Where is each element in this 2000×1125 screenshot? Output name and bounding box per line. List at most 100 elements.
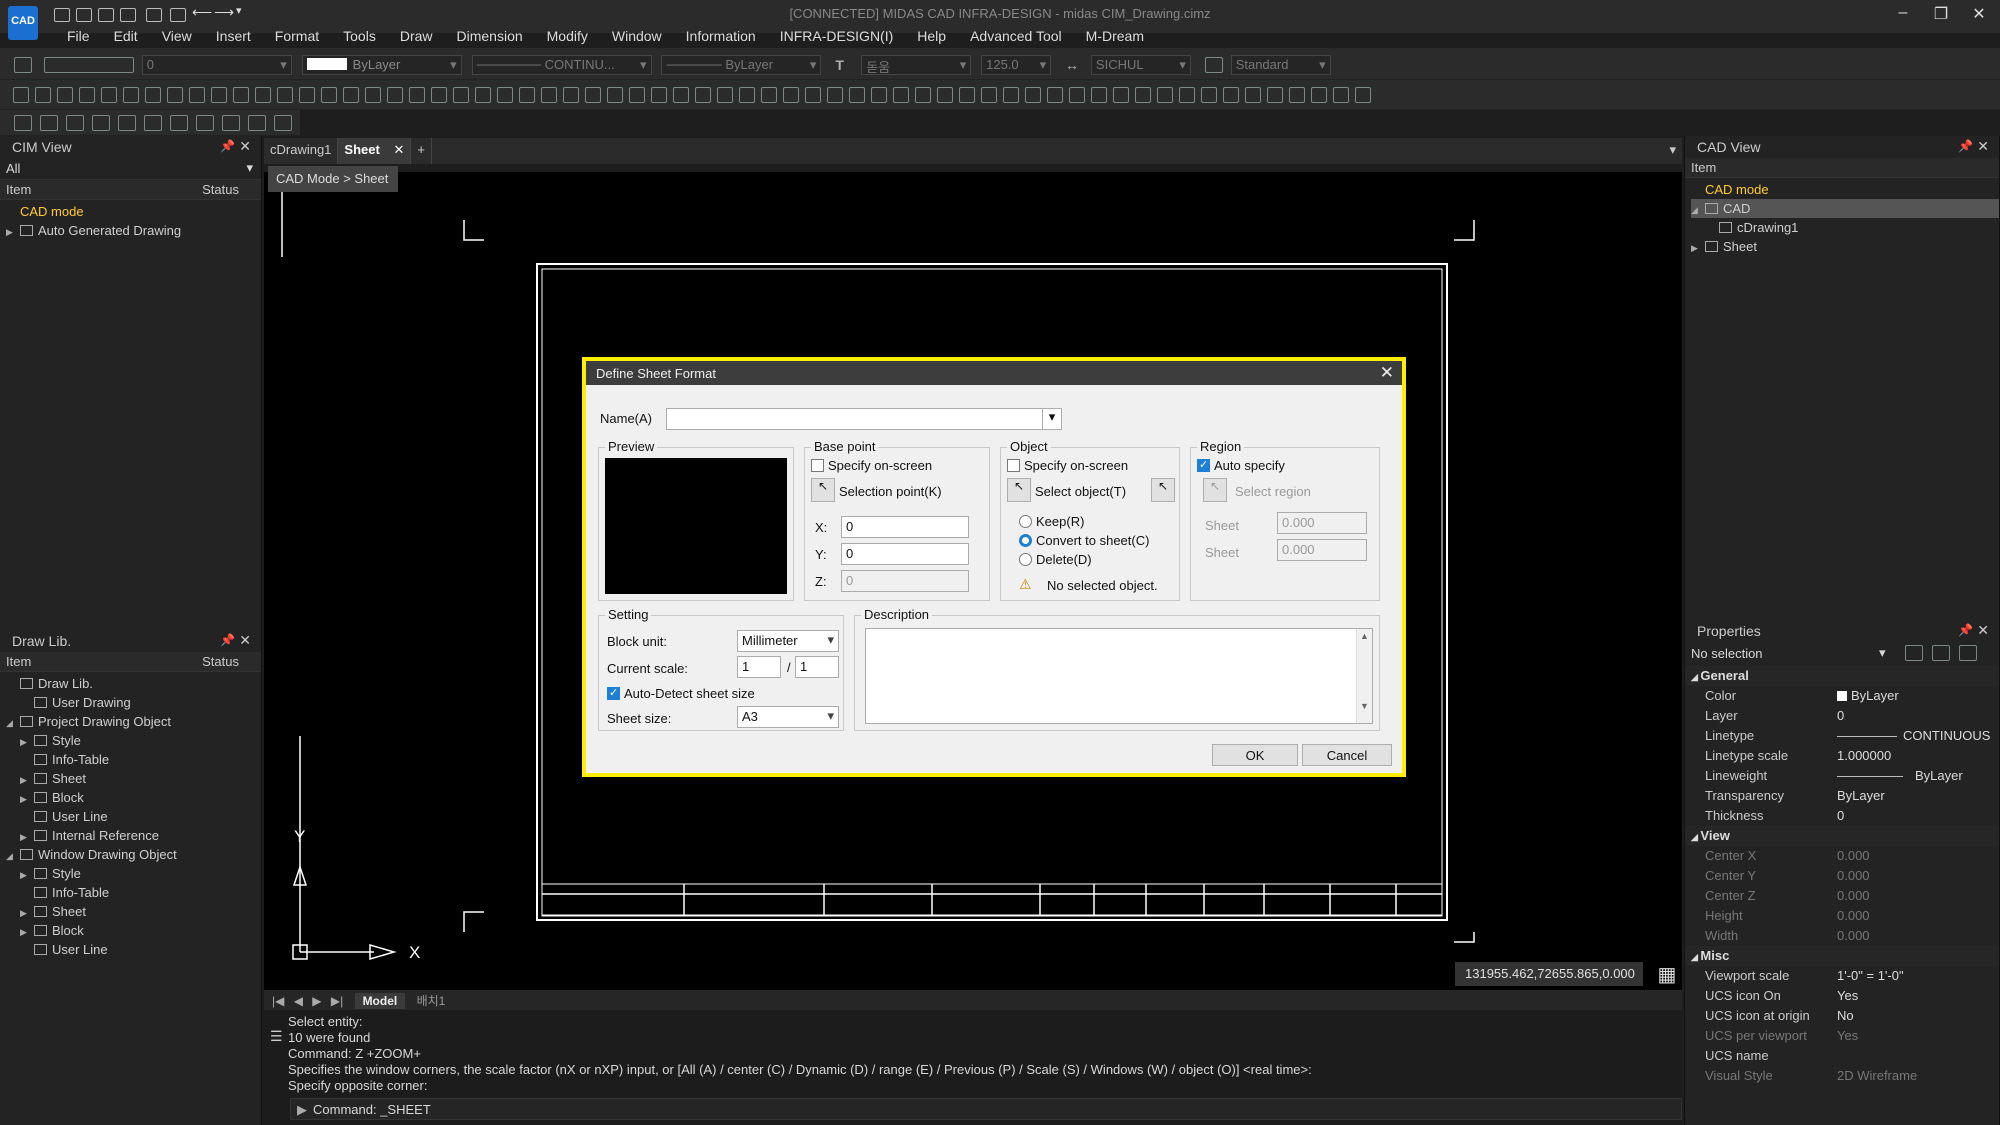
auto-specify-checkbox[interactable]: Auto specify [1197,458,1285,473]
tool-icon[interactable] [211,87,227,104]
menu-information[interactable]: Information [674,26,768,48]
menu-dimension[interactable]: Dimension [445,26,535,48]
property-value[interactable]: 0.000 [1837,868,1870,883]
cim-view-filter[interactable]: All ▾ [0,158,261,180]
tool-icon[interactable] [189,87,205,104]
tool-icon[interactable] [739,87,755,104]
text-style-icon[interactable]: T [835,57,853,73]
color-dropdown[interactable]: ByLayer [301,55,462,75]
tree-item[interactable]: ▶ Internal Reference [6,826,261,845]
tool-icon[interactable] [14,115,32,132]
tool-icon[interactable] [274,115,292,132]
menu-view[interactable]: View [150,26,204,48]
select-object-button[interactable]: Select object(T) [1035,484,1126,499]
select-object-icon[interactable]: ↖ [1007,478,1031,502]
tree-item[interactable]: Info-Table [6,750,261,769]
property-row[interactable]: Height 0.000 [1685,906,1999,926]
tool-icon[interactable] [167,87,183,104]
property-value[interactable]: CONTINUOUS [1903,728,1990,743]
menu-modify[interactable]: Modify [535,26,600,48]
minimize-icon[interactable]: – [1888,4,1918,26]
tool-icon[interactable] [1245,87,1261,104]
property-value[interactable]: 1'-0" = 1'-0" [1837,968,1904,983]
tool-icon[interactable] [409,87,425,104]
tool-icon[interactable] [145,87,161,104]
tree-item[interactable]: cDrawing1 [1691,218,1999,237]
property-value[interactable]: 0.000 [1837,888,1870,903]
tool-icon[interactable] [1047,87,1063,104]
tool-icon[interactable] [248,115,266,132]
tree-item[interactable]: ▶ Sheet [6,769,261,788]
tree-item[interactable]: ◢ Window Drawing Object [6,845,261,864]
close-window-icon[interactable]: ✕ [1964,4,1994,26]
tree-item[interactable]: User Drawing [6,693,261,712]
selection-dropdown[interactable]: No selection ▾ [1685,642,1999,666]
checkbox[interactable] [607,686,620,700]
tool-icon[interactable] [783,87,799,104]
tool-icon[interactable] [717,87,733,104]
tree-item[interactable]: ▶ Style [6,864,261,883]
next-layout-icon[interactable]: ▶ [312,994,321,1008]
tool-icon[interactable] [1069,87,1085,104]
quick-select-icon[interactable] [1959,645,1977,661]
pin-icon[interactable]: 📌 [220,633,235,647]
restore-icon[interactable]: ❐ [1926,4,1956,26]
category-general[interactable]: ◢ General [1685,666,1999,686]
tool-icon[interactable] [66,115,84,132]
pin-icon[interactable]: 📌 [220,139,235,153]
tool-icon[interactable] [761,87,777,104]
expand-toggle-icon[interactable]: ◢ [6,847,20,866]
base-x-input[interactable]: 0 [841,516,969,538]
delete-radio[interactable]: Delete(D) [1019,552,1092,567]
tool-icon[interactable] [13,87,29,104]
tool-icon[interactable] [607,87,623,104]
property-row[interactable]: Thickness 0 [1685,806,1999,826]
scale-numerator-input[interactable]: 1 [737,656,781,678]
property-value[interactable]: ByLayer [1915,768,1963,783]
property-value[interactable]: 0 [1837,708,1844,723]
layout1-tab[interactable]: 배치1 [409,993,454,1009]
radio[interactable] [1019,534,1032,547]
ok-button[interactable]: OK [1212,744,1298,766]
tree-item[interactable]: User Line [6,807,261,826]
tool-icon[interactable] [937,87,953,104]
tool-icon[interactable] [277,87,293,104]
table-style-icon[interactable] [1204,57,1223,73]
checkbox[interactable] [811,459,824,472]
tree-item[interactable]: Info-Table [6,883,261,902]
tool-icon[interactable] [1025,87,1041,104]
menu-infra-design-i-[interactable]: INFRA-DESIGN(I) [768,26,906,48]
tool-icon[interactable] [343,87,359,104]
tree-item[interactable]: ▶ Sheet [6,902,261,921]
tool-icon[interactable] [321,87,337,104]
keep-radio[interactable]: Keep(R) [1019,514,1084,529]
tool-icon[interactable] [541,87,557,104]
checkbox[interactable] [1007,459,1020,472]
layer-manager-icon[interactable] [14,57,32,73]
tool-icon[interactable] [255,87,271,104]
checkbox[interactable] [1197,458,1210,472]
property-row[interactable]: UCS name [1685,1046,1999,1066]
add-tab-icon[interactable]: + [411,138,432,164]
command-input[interactable]: ▶ Command: _SHEET [290,1098,1682,1120]
grid-icon[interactable]: ▦ [1655,962,1679,986]
command-menu-icon[interactable]: ☰ [270,1028,283,1045]
menu-tools[interactable]: Tools [331,26,388,48]
tool-icon[interactable] [827,87,843,104]
tool-icon[interactable] [695,87,711,104]
property-row[interactable]: Lineweight ByLayer [1685,766,1999,786]
tool-icon[interactable] [1289,87,1305,104]
tool-icon[interactable] [57,87,73,104]
convert-radio[interactable]: Convert to sheet(C) [1019,533,1149,548]
property-row[interactable]: Center Z 0.000 [1685,886,1999,906]
tree-item[interactable]: User Line [6,940,261,959]
tree-item[interactable]: Draw Lib. [6,674,261,693]
model-tab[interactable]: Model [354,993,406,1009]
tool-icon[interactable] [1113,87,1129,104]
property-row[interactable]: Layer 0 [1685,706,1999,726]
tool-icon[interactable] [1201,87,1217,104]
tool-icon[interactable] [475,87,491,104]
selection-point-button[interactable]: Selection point(K) [839,484,942,499]
category-misc[interactable]: ◢ Misc [1685,946,1999,966]
lineweight-dropdown[interactable]: ────── ByLayer [661,55,822,75]
